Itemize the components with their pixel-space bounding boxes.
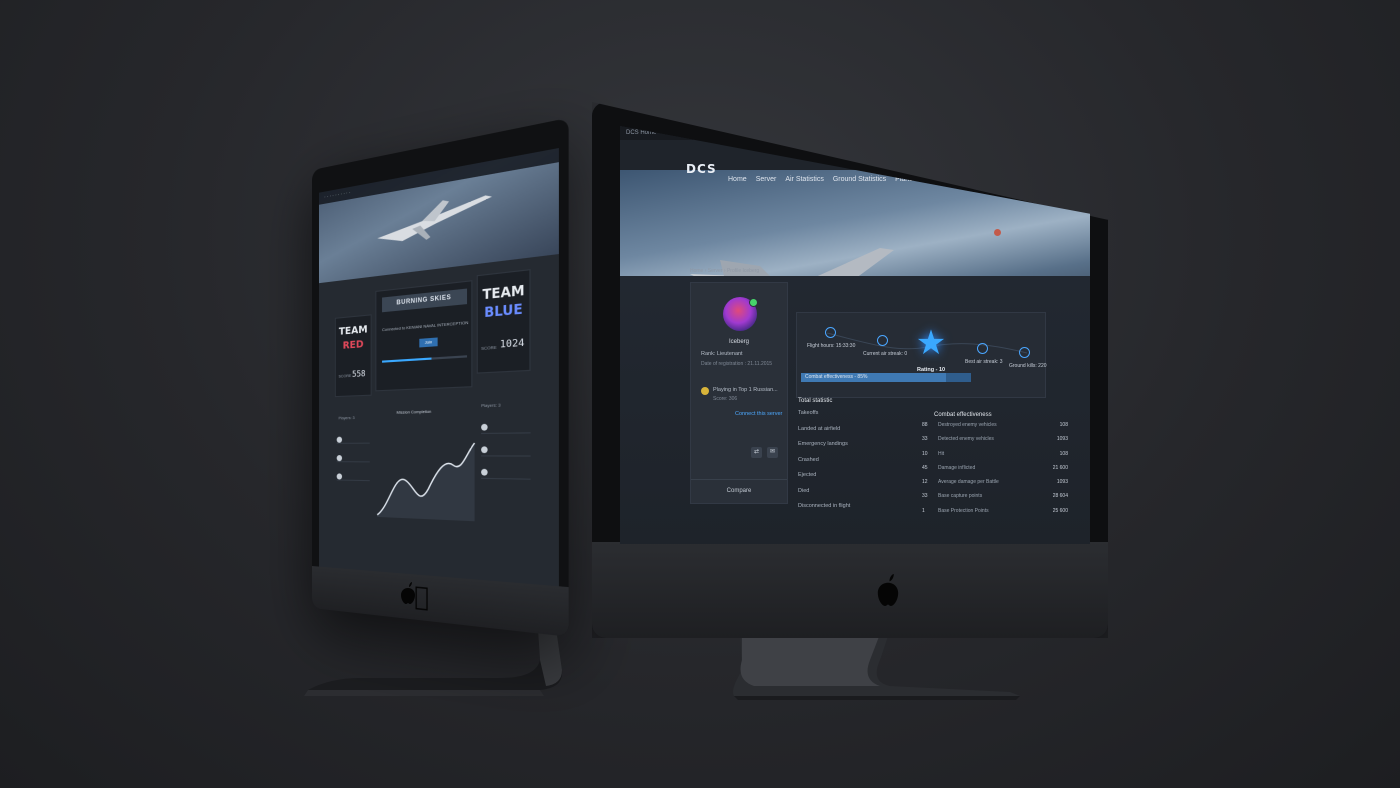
profile-score: Score: 306 — [713, 396, 738, 402]
players-left-label: Players: 3 — [338, 414, 355, 421]
breadcrumb[interactable]: Home › Server › Profile Iceberg — [690, 268, 759, 274]
team-blue-card: TEAM BLUE SCORE 1024 — [476, 269, 531, 374]
message-icon[interactable]: ✉ — [767, 447, 778, 458]
join-button[interactable]: Join — [419, 337, 438, 348]
connect-server-link[interactable]: Connect this server — [735, 411, 782, 417]
players-right-label: Players: 3 — [481, 401, 501, 409]
team-blue-word: TEAM — [482, 282, 525, 303]
left-screen: · · · · · · · · · · BURNING SKIES Connec… — [318, 148, 559, 587]
stats-strip: Flight hours: 15:33:30 Current air strea… — [796, 312, 1047, 398]
team-red-name: RED — [342, 338, 364, 352]
player-avatar — [481, 468, 488, 476]
list-item: Crashed — [798, 456, 819, 463]
nav-item-ground-statistics[interactable]: Ground Statistics — [833, 176, 886, 190]
left-apple-logo-icon — [400, 582, 416, 604]
player-avatar — [481, 423, 488, 431]
compare-button[interactable]: Compare — [691, 479, 787, 505]
profile-nickname: Iceberg — [728, 339, 749, 345]
ground-kills-icon — [1019, 347, 1030, 358]
list-item[interactable] — [336, 447, 370, 463]
list-item: Ejected — [798, 472, 817, 478]
topbar-item-support[interactable]: Support — [756, 130, 777, 136]
profile-rank: Rank: Lieutenant — [701, 351, 743, 357]
list-item[interactable] — [336, 429, 370, 444]
mission-banner: BURNING SKIES — [382, 288, 468, 313]
playing-status: Playing in Top 1 Russian... — [713, 387, 778, 393]
total-statistic-list: Takeoffs Landed at airfield Emergency la… — [798, 410, 918, 519]
ground-kills: Ground kills: 220 — [1009, 363, 1047, 369]
team-red-score-label: SCORE — [338, 372, 352, 379]
team-red-card: TEAM RED SCORE 558 — [334, 314, 372, 398]
current-air-streak: Current air streak: 0 — [863, 351, 908, 357]
list-item: Emergency landings — [798, 441, 848, 447]
combat-effectiveness-label: Combat effectiveness - 85% — [805, 374, 868, 380]
player-list-left — [336, 429, 370, 482]
player-avatar — [336, 473, 343, 480]
table-row: 33 Base capture points 28 604 — [922, 493, 1068, 500]
apple-logo-icon:  — [414, 581, 429, 613]
combat-effectiveness-title: Combat effectiveness — [934, 412, 992, 418]
list-item: Takeoffs — [798, 410, 819, 416]
left-mission-panel: BURNING SKIES Connected to KENIANI NAVAL… — [375, 280, 473, 392]
list-item[interactable] — [481, 438, 531, 457]
team-red-score: 558 — [352, 368, 366, 379]
combat-effectiveness-bar: Combat effectiveness - 85% — [801, 373, 971, 382]
user-avatar[interactable] — [994, 229, 1001, 236]
right-screen: DCS Home Products Downloads Shop Support… — [620, 126, 1090, 544]
scene: · · · · · · · · · · BURNING SKIES Connec… — [0, 0, 1400, 788]
right-apple-logo-icon — [876, 574, 900, 606]
right-monitor-stand — [733, 630, 1020, 700]
crosshair-icon — [877, 335, 888, 346]
team-blue-score-label: SCORE — [481, 344, 497, 352]
share-icon[interactable]: ⇄ — [751, 447, 762, 458]
topbar-item-forum[interactable]: Forum — [785, 130, 802, 136]
nav-item-home[interactable]: Home — [728, 176, 747, 190]
trophy-icon — [701, 387, 709, 395]
mission-progress — [382, 355, 468, 363]
flight-hours: Flight hours: 15:33:30 — [807, 343, 856, 349]
nav-item-server[interactable]: Server — [756, 176, 777, 190]
total-statistic-title: Total statistic — [798, 398, 833, 404]
best-air-streak: Best air streak: 3 — [965, 359, 1003, 365]
team-red-word: TEAM — [338, 324, 368, 338]
list-item: Died — [798, 487, 810, 494]
list-item[interactable] — [481, 414, 531, 435]
profile-registration-date: Date of registration : 21.11.2015 — [701, 361, 773, 367]
table-row: 88 Destroyed enemy vehicles 108 — [922, 422, 1068, 428]
profile-avatar — [723, 297, 758, 331]
table-row: 12 Average damage per Battle 1093 — [922, 479, 1068, 486]
team-blue-name: BLUE — [484, 301, 523, 321]
list-item: Disconnected in flight — [798, 503, 851, 509]
left-monitor: · · · · · · · · · · BURNING SKIES Connec… — [312, 117, 569, 637]
player-avatar — [481, 446, 488, 454]
combat-effectiveness-table: 88 Destroyed enemy vehicles 108 33 Detected… — [922, 422, 1072, 522]
table-row: 33 Detected enemy vehicles 1093 — [922, 436, 1068, 443]
team-blue-score: 1024 — [499, 337, 525, 351]
left-plane-image — [377, 194, 493, 245]
rating-star-icon: ★ — [915, 323, 947, 363]
best-streak-icon — [977, 343, 988, 354]
mission-server-line: Connected to KENIANI NAVAL INTERCEPTION — [382, 319, 469, 333]
table-row: 1 Base Protection Points 25 600 — [922, 507, 1068, 514]
list-item[interactable] — [336, 466, 370, 482]
list-item[interactable] — [481, 460, 531, 480]
table-row: 10 Hit 108 — [922, 450, 1068, 457]
main-nav: Home Server Air Statistics Ground Statis… — [620, 170, 1090, 190]
table-row: 45 Damage inflicted 21 600 — [922, 464, 1068, 471]
list-item: Landed at airfield — [798, 425, 841, 432]
profile-card: Iceberg Rank: Lieutenant Date of registr… — [690, 282, 788, 504]
player-list-right — [481, 414, 531, 480]
chart-title: Mission Completion — [396, 408, 432, 415]
player-avatar — [336, 436, 343, 443]
nav-item-air-statistics[interactable]: Air Statistics — [785, 176, 824, 190]
mission-completion-chart — [375, 432, 476, 522]
clock-icon — [825, 327, 836, 338]
right-monitor-chin — [592, 542, 1108, 638]
player-avatar — [336, 455, 343, 462]
